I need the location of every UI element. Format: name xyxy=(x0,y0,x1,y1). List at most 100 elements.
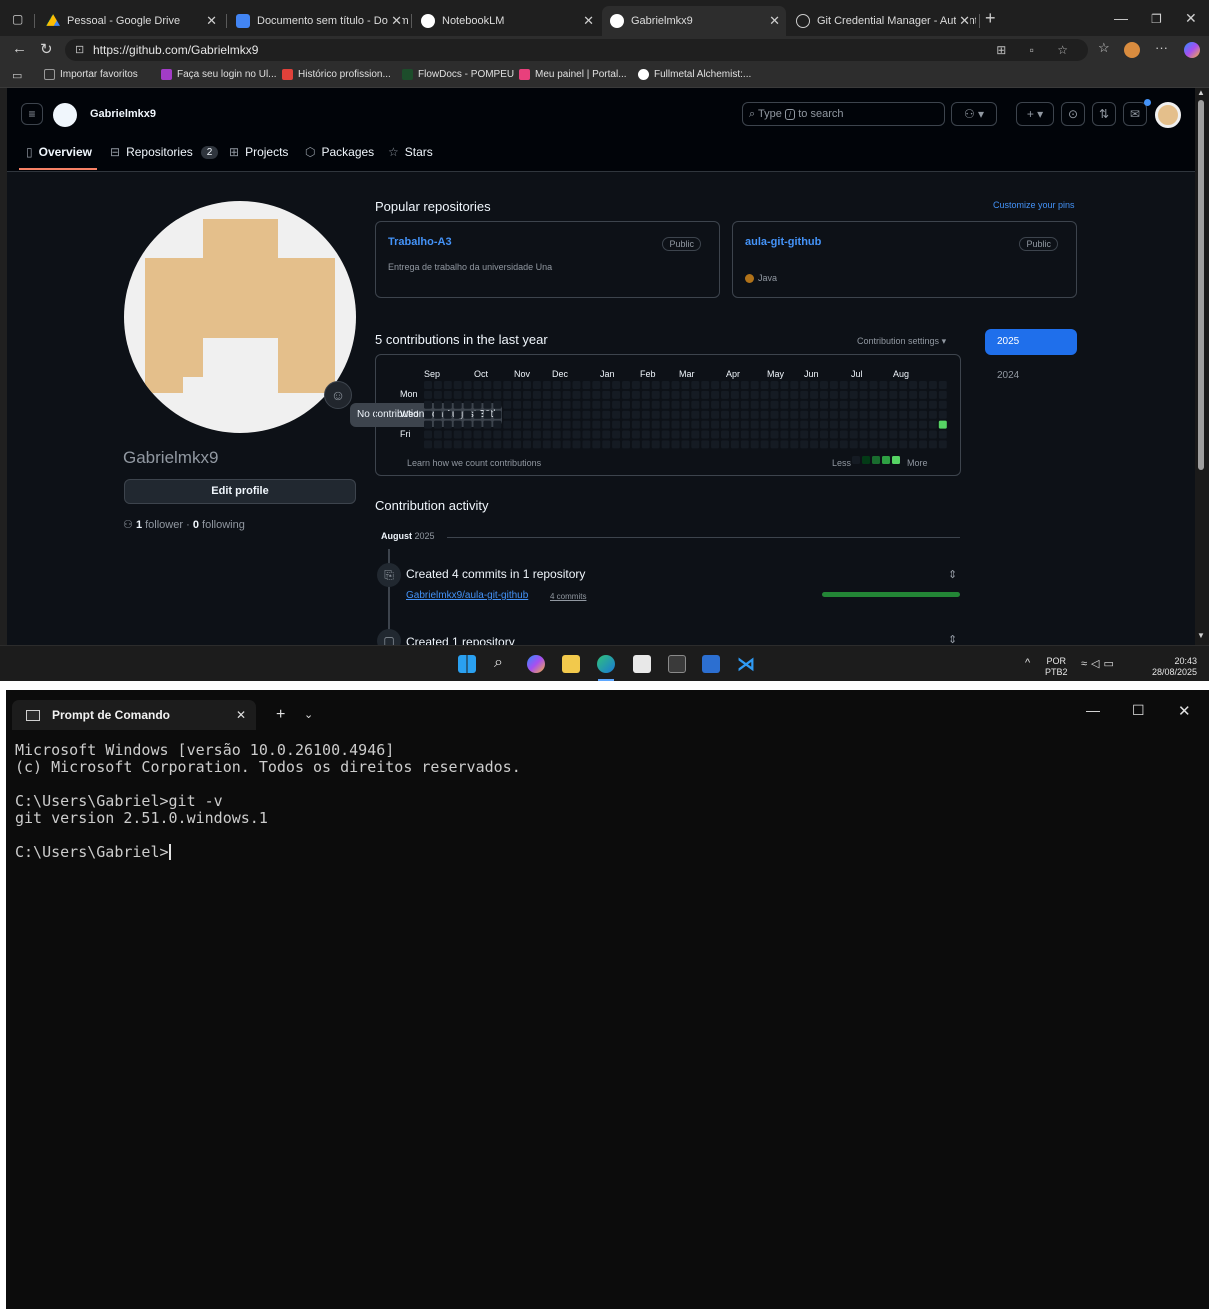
contribution-day[interactable] xyxy=(582,440,591,449)
contribution-day[interactable] xyxy=(938,430,947,439)
contribution-day[interactable] xyxy=(750,430,759,439)
contribution-day[interactable] xyxy=(701,430,710,439)
contribution-day[interactable] xyxy=(493,390,502,399)
contribution-day[interactable] xyxy=(928,420,937,429)
contribution-day[interactable] xyxy=(622,400,630,409)
scroll-down-icon[interactable]: ▼ xyxy=(1197,631,1205,640)
contribution-day[interactable] xyxy=(433,440,442,449)
contribution-day[interactable] xyxy=(443,420,452,429)
contribution-day[interactable] xyxy=(463,410,472,419)
contribution-day[interactable] xyxy=(631,420,640,429)
contribution-day[interactable] xyxy=(562,390,571,399)
contribution-day[interactable] xyxy=(661,400,670,409)
contribution-day[interactable] xyxy=(879,390,888,399)
contribution-day[interactable] xyxy=(622,390,630,399)
contribution-day[interactable] xyxy=(612,440,621,449)
contribution-day[interactable] xyxy=(711,420,720,429)
contribution-day[interactable] xyxy=(483,410,492,419)
contribution-day[interactable] xyxy=(493,410,502,419)
contribution-day[interactable] xyxy=(532,400,541,409)
contribution-day[interactable] xyxy=(810,410,819,419)
contribution-day[interactable] xyxy=(562,420,571,429)
contribution-day[interactable] xyxy=(721,410,729,419)
contribution-day[interactable] xyxy=(790,420,799,429)
contribution-day[interactable] xyxy=(433,420,442,429)
contribution-day[interactable] xyxy=(938,400,947,409)
contribution-day[interactable] xyxy=(849,410,858,419)
contribution-day[interactable] xyxy=(572,420,581,429)
contribution-day[interactable] xyxy=(661,440,670,449)
contribution-day[interactable] xyxy=(424,390,432,399)
profile-avatar[interactable] xyxy=(1124,42,1140,58)
contribution-day[interactable] xyxy=(651,400,660,409)
close-tab-icon[interactable]: ✕ xyxy=(769,13,780,29)
contribution-day[interactable] xyxy=(651,430,660,439)
contribution-day[interactable] xyxy=(800,440,809,449)
tab-projects[interactable]: ⊞ Projects xyxy=(229,145,288,159)
contribution-day[interactable] xyxy=(582,420,591,429)
contribution-day[interactable] xyxy=(532,381,541,389)
contribution-day[interactable] xyxy=(889,381,898,389)
contribution-day[interactable] xyxy=(859,420,868,429)
contribution-day[interactable] xyxy=(711,430,720,439)
contribution-day[interactable] xyxy=(820,400,828,409)
contribution-day[interactable] xyxy=(800,410,809,419)
contribution-day[interactable] xyxy=(542,410,551,419)
contribution-day[interactable] xyxy=(641,420,650,429)
contribution-day[interactable] xyxy=(730,381,739,389)
contribution-day[interactable] xyxy=(730,400,739,409)
contribution-day[interactable] xyxy=(513,390,522,399)
contribution-day[interactable] xyxy=(869,400,878,409)
contribution-day[interactable] xyxy=(612,400,621,409)
contribution-day[interactable] xyxy=(938,440,947,449)
contribution-day[interactable] xyxy=(602,440,611,449)
favorites-icon[interactable]: ☆ xyxy=(1098,40,1110,56)
contribution-day[interactable] xyxy=(780,400,789,409)
clock[interactable]: 20:43 28/08/2025 xyxy=(1141,656,1197,678)
issues-icon[interactable]: ⊙ xyxy=(1061,102,1085,126)
contribution-day[interactable] xyxy=(740,430,749,439)
contribution-day[interactable] xyxy=(909,440,918,449)
contribution-day[interactable] xyxy=(582,430,591,439)
favorite-flowdocs[interactable]: FlowDocs - POMPEU xyxy=(402,69,514,80)
contribution-day[interactable] xyxy=(760,410,769,419)
contribution-day[interactable] xyxy=(701,400,710,409)
contribution-day[interactable] xyxy=(463,420,472,429)
contribution-day[interactable] xyxy=(859,410,868,419)
contribution-day[interactable] xyxy=(483,400,492,409)
contribution-day[interactable] xyxy=(740,440,749,449)
contribution-day[interactable] xyxy=(909,381,918,389)
contribution-day[interactable] xyxy=(750,420,759,429)
contribution-day[interactable] xyxy=(869,390,878,399)
photos-icon[interactable] xyxy=(702,655,720,673)
contribution-day[interactable] xyxy=(503,400,512,409)
contribution-day[interactable] xyxy=(483,381,492,389)
contribution-day[interactable] xyxy=(938,390,947,399)
contribution-day[interactable] xyxy=(721,420,729,429)
contribution-day[interactable] xyxy=(622,440,630,449)
contribution-day[interactable] xyxy=(859,400,868,409)
contribution-day[interactable] xyxy=(513,410,522,419)
contribution-day[interactable] xyxy=(523,400,531,409)
contribution-day[interactable] xyxy=(552,381,561,389)
contribution-day[interactable] xyxy=(503,381,512,389)
copilot-button[interactable]: ⚇ ▾ xyxy=(951,102,997,126)
contribution-day[interactable] xyxy=(770,400,779,409)
contribution-day[interactable] xyxy=(899,410,908,419)
contribution-day[interactable] xyxy=(869,410,878,419)
contribution-day[interactable] xyxy=(820,390,828,399)
contribution-day[interactable] xyxy=(849,381,858,389)
contribution-day[interactable] xyxy=(919,381,927,389)
contribution-day[interactable] xyxy=(681,430,690,439)
contribution-day[interactable] xyxy=(919,440,927,449)
contribution-day[interactable] xyxy=(572,390,581,399)
contribution-day[interactable] xyxy=(651,420,660,429)
contribution-day[interactable] xyxy=(443,430,452,439)
contribution-day[interactable] xyxy=(899,440,908,449)
contribution-day[interactable] xyxy=(730,430,739,439)
contribution-day[interactable] xyxy=(790,381,799,389)
contribution-day[interactable] xyxy=(473,381,482,389)
contribution-day[interactable] xyxy=(572,430,581,439)
contribution-day[interactable] xyxy=(780,420,789,429)
contribution-day[interactable] xyxy=(562,410,571,419)
